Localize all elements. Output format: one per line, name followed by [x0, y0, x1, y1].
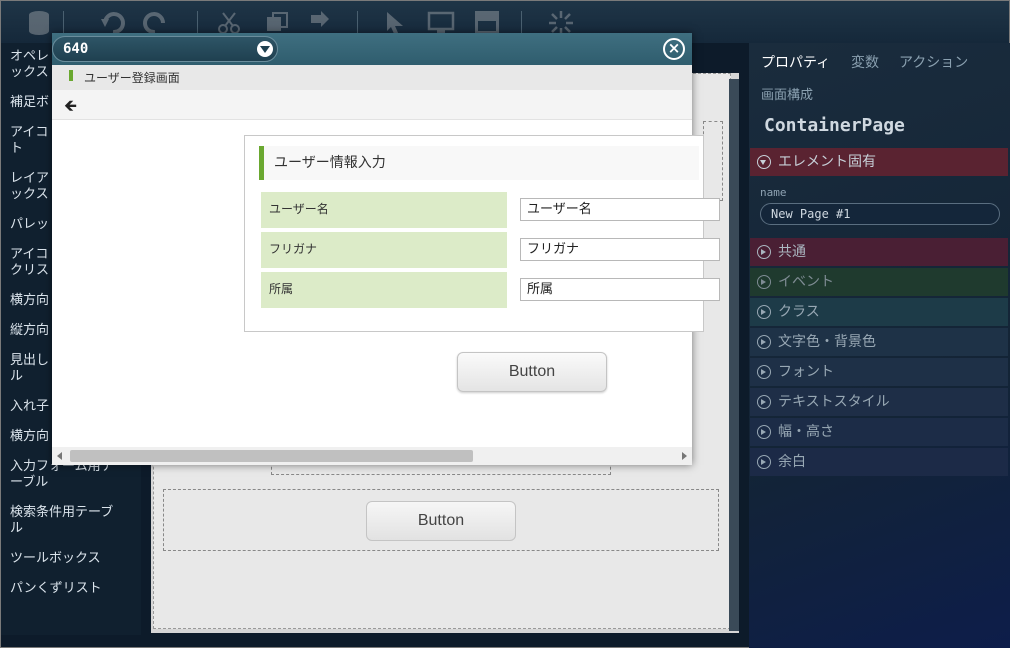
chevron-right-icon	[757, 305, 771, 319]
section-class[interactable]: クラス	[750, 298, 1008, 326]
canvas-scrollbar[interactable]	[729, 79, 739, 631]
properties-panel: プロパティ 変数 アクション 画面構成 ContainerPage エレメント固…	[749, 43, 1010, 648]
form-title: ユーザー情報入力	[259, 146, 699, 180]
section-common[interactable]: 共通	[750, 238, 1008, 266]
chevron-down-icon	[757, 155, 771, 169]
table-row: 所属 所属	[261, 272, 720, 308]
chevron-right-icon	[757, 245, 771, 259]
canvas-button[interactable]: Button	[366, 501, 516, 541]
back-arrow-icon[interactable]: 🡸	[64, 95, 77, 122]
username-input[interactable]: ユーザー名	[520, 198, 720, 221]
page-name-input[interactable]: New Page #1	[760, 203, 1000, 225]
field-label: 所属	[261, 272, 507, 308]
scrollbar-thumb[interactable]	[70, 450, 473, 462]
section-event[interactable]: イベント	[750, 268, 1008, 296]
tab-properties[interactable]: プロパティ	[761, 52, 830, 72]
scroll-right-icon[interactable]	[682, 452, 687, 460]
screen-size-select[interactable]: 640	[52, 36, 278, 62]
table-row: ユーザー名 ユーザー名	[261, 192, 720, 228]
chevron-right-icon	[757, 365, 771, 379]
horizontal-scrollbar[interactable]	[52, 447, 692, 465]
affiliation-input[interactable]: 所属	[520, 278, 720, 301]
section-margin[interactable]: 余白	[750, 448, 1008, 476]
furigana-input[interactable]: フリガナ	[520, 238, 720, 261]
palette-item[interactable]: ツールボックス	[1, 545, 141, 575]
section-size[interactable]: 幅・高さ	[750, 418, 1008, 446]
chevron-right-icon	[757, 275, 771, 289]
table-row: フリガナ フリガナ	[261, 232, 720, 268]
navigation-bar: 🡸	[52, 90, 692, 120]
tab-variables[interactable]: 変数	[851, 52, 879, 72]
chevron-right-icon	[757, 425, 771, 439]
canvas-element-outline[interactable]	[703, 121, 723, 201]
section-colors[interactable]: 文字色・背景色	[750, 328, 1008, 356]
database-icon[interactable]	[25, 9, 53, 37]
field-label: ユーザー名	[261, 192, 507, 228]
palette-item[interactable]: 検索条件用テーブ ル	[1, 499, 141, 545]
field-label: フリガナ	[261, 232, 507, 268]
tab-actions[interactable]: アクション	[899, 52, 968, 72]
user-form-panel: ユーザー情報入力 ユーザー名 ユーザー名 フリガナ フリガナ 所属 所属	[244, 135, 720, 332]
scroll-left-icon[interactable]	[57, 452, 62, 460]
section-element-specific[interactable]: エレメント固有	[750, 148, 1008, 176]
palette-item[interactable]: パンくずリスト	[1, 575, 141, 605]
section-text-style[interactable]: テキストスタイル	[750, 388, 1008, 416]
chevron-down-icon	[257, 41, 273, 57]
chevron-right-icon	[757, 335, 771, 349]
chevron-right-icon	[757, 395, 771, 409]
section-font[interactable]: フォント	[750, 358, 1008, 386]
submit-button[interactable]: Button	[457, 352, 607, 392]
screen-title-bar: ユーザー登録画面	[52, 65, 692, 90]
modal-header: 640 ×	[52, 33, 692, 65]
close-icon[interactable]: ×	[663, 38, 685, 60]
name-label: name	[760, 186, 787, 199]
container-title: ContainerPage	[764, 115, 905, 136]
tab-screen-structure[interactable]: 画面構成	[761, 84, 813, 103]
chevron-right-icon	[757, 455, 771, 469]
preview-modal: 640 × ユーザー登録画面 🡸 ユーザー情報入力 ユーザー名 ユーザー名 フリ…	[52, 33, 720, 465]
screen-title: ユーザー登録画面	[84, 71, 180, 85]
exclamation-icon	[69, 70, 73, 85]
